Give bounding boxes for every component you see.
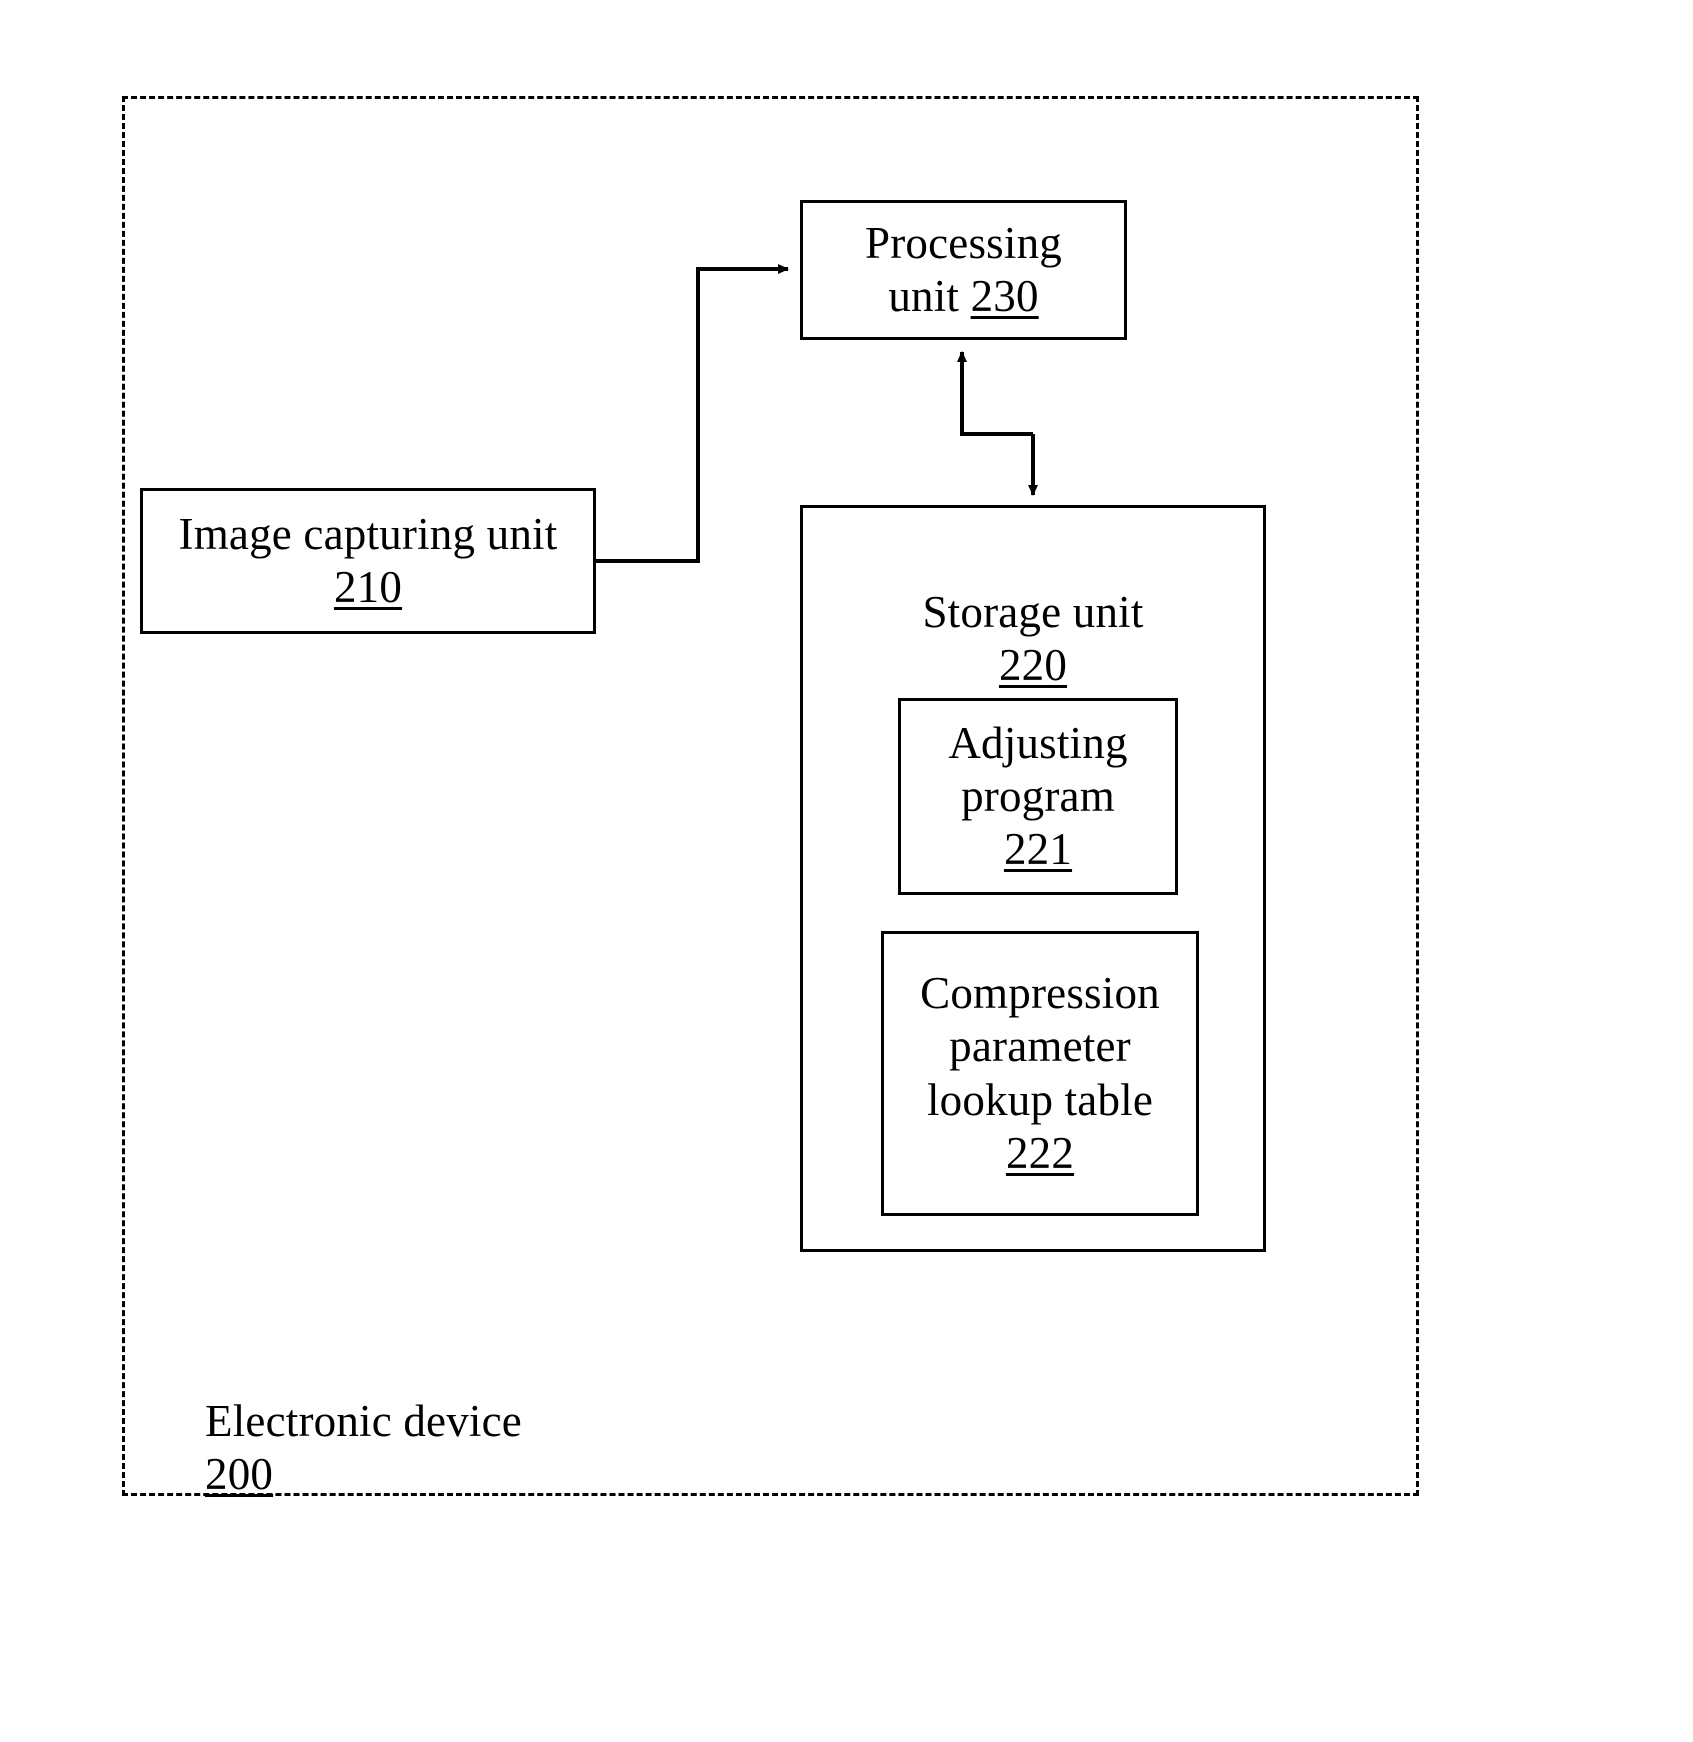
- image-capturing-unit-ref: 210: [333, 562, 403, 612]
- electronic-device-label-group: Electronic device 200: [205, 1395, 522, 1501]
- figure-canvas: Processing unit 230 Image capturing unit…: [0, 0, 1693, 1742]
- processing-unit-label-prefix: unit: [888, 271, 971, 321]
- adjusting-program-block: Adjusting program 221: [898, 698, 1178, 895]
- adjusting-program-ref: 221: [1003, 824, 1073, 875]
- electronic-device-ref: 200: [205, 1449, 274, 1500]
- image-capturing-unit-label: Image capturing unit: [178, 508, 558, 559]
- adjusting-program-label-line1: Adjusting: [948, 717, 1128, 768]
- compression-table-label-line3: lookup table: [926, 1074, 1154, 1125]
- compression-table-ref: 222: [1005, 1127, 1075, 1178]
- storage-unit-ref: 220: [998, 640, 1068, 691]
- compression-table-label-line2: parameter: [949, 1021, 1131, 1072]
- compression-table-label-line1: Compression: [920, 968, 1160, 1019]
- electronic-device-label: Electronic device: [205, 1396, 522, 1446]
- adjusting-program-label-line2: program: [961, 770, 1115, 821]
- processing-unit-label-line2: unit 230: [888, 270, 1038, 323]
- compression-parameter-lookup-table-block: Compression parameter lookup table 222: [881, 931, 1199, 1216]
- storage-unit-label: Storage unit: [922, 587, 1144, 637]
- processing-unit-block: Processing unit 230: [800, 200, 1127, 340]
- image-capturing-unit-block: Image capturing unit 210: [140, 488, 596, 634]
- storage-unit-block: Storage unit 220 Adjusting program 221 C…: [800, 505, 1266, 1252]
- processing-unit-ref: 230: [970, 271, 1039, 321]
- processing-unit-label-line1: Processing: [865, 217, 1062, 268]
